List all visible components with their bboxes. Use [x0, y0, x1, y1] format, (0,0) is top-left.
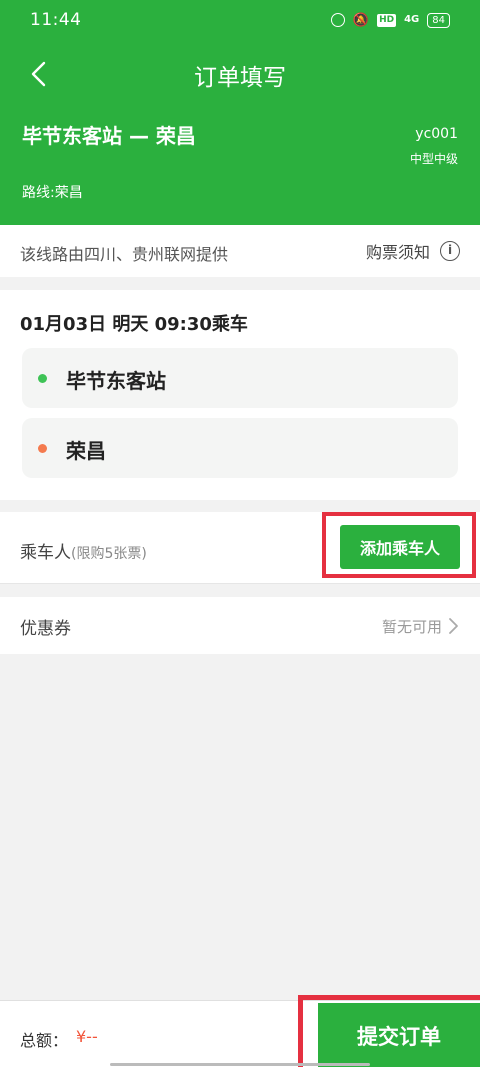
- signal-icon: 4G: [404, 14, 420, 25]
- coupon-label: 优惠券: [20, 619, 71, 639]
- info-icon: i: [440, 241, 460, 261]
- battery-icon: 84: [427, 12, 450, 28]
- passenger-label-text: 乘车人: [20, 543, 71, 563]
- route-title: 毕节东客站 — 荣昌: [22, 124, 196, 148]
- bus-code: yc001: [415, 126, 458, 142]
- to-dot-icon: [38, 444, 47, 453]
- to-stop: 荣昌: [22, 418, 458, 478]
- provider-bar: 该线路由四川、贵州联网提供 购票须知 i: [0, 225, 480, 277]
- departure-time: 01月03日 明天 09:30乘车: [20, 314, 248, 335]
- bus-type: 中型中级: [409, 152, 458, 166]
- add-passenger-button[interactable]: 添加乘车人: [340, 525, 460, 569]
- total-label: 总额：: [20, 1031, 69, 1050]
- home-indicator: [110, 1063, 370, 1066]
- chevron-right-icon: [449, 618, 458, 634]
- from-stop: 毕节东客站: [22, 348, 458, 408]
- passenger-limit: (限购5张票): [71, 546, 147, 562]
- provider-text: 该线路由四川、贵州联网提供: [20, 245, 229, 264]
- trip-card: 01月03日 明天 09:30乘车 毕节东客站 荣昌: [0, 290, 480, 500]
- coupon-status: 暂无可用: [381, 618, 442, 636]
- from-stop-name: 毕节东客站: [66, 369, 166, 393]
- submit-order-button[interactable]: 提交订单: [318, 1003, 480, 1067]
- status-bar: 11:44 🔕 HD 4G 84: [0, 0, 480, 40]
- page-header: 11:44 🔕 HD 4G 84 订单填写 毕节东客站 — 荣昌 yc001 中…: [0, 0, 480, 225]
- route-line: 路线:荣昌: [22, 185, 83, 201]
- mute-bell-icon: 🔕: [352, 12, 370, 28]
- status-time: 11:44: [30, 10, 82, 30]
- passenger-label: 乘车人(限购5张票): [20, 538, 147, 563]
- ticket-notice-link[interactable]: 购票须知 i: [366, 239, 460, 263]
- hd-icon: HD: [377, 13, 397, 27]
- to-stop-name: 荣昌: [66, 439, 106, 463]
- total-amount: ¥--: [76, 1027, 98, 1046]
- alarm-icon: [330, 13, 345, 27]
- bottom-bar: 总额： ¥-- 提交订单: [0, 995, 480, 1067]
- ticket-notice-label: 购票须知: [365, 243, 430, 262]
- from-dot-icon: [38, 374, 47, 383]
- status-icons: 🔕 HD 4G 84: [330, 10, 450, 30]
- coupon-row[interactable]: 优惠券 暂无可用: [0, 597, 480, 654]
- page-title: 订单填写: [194, 65, 286, 91]
